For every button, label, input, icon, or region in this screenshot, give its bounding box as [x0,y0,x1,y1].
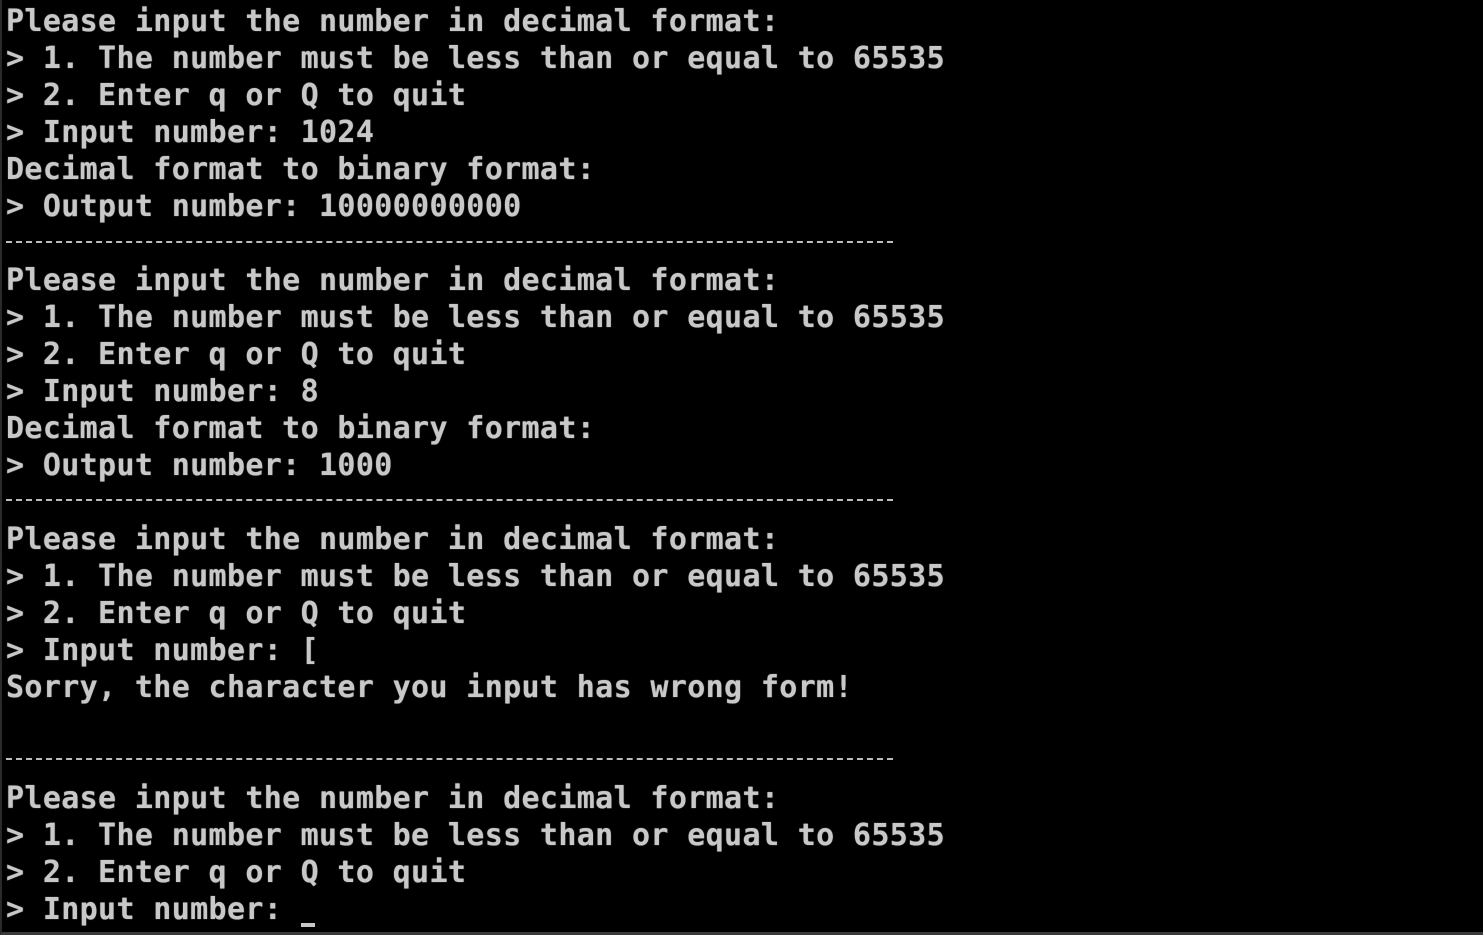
input-value: 1024 [300,115,375,150]
terminal-window[interactable]: Please input the number in decimal forma… [0,0,1483,935]
rule-line: > 1. The number must be less than or equ… [6,818,945,853]
text-cursor [300,923,315,927]
output-label: > Output number: [6,448,319,483]
prompt-line: Please input the number in decimal forma… [6,4,780,39]
prompt-line: Please input the number in decimal forma… [6,263,780,298]
rule-line: > 1. The number must be less than or equ… [6,300,945,335]
separator-line [6,499,893,503]
input-line: > Input number: 8 [6,373,319,410]
separator-line [6,241,893,245]
input-value: [ [300,633,320,668]
rule-line: > 1. The number must be less than or equ… [6,41,945,76]
prompt-line: Please input the number in decimal forma… [6,781,780,816]
input-label: > Input number: [6,892,301,927]
rule-line: > 2. Enter q or Q to quit [6,337,467,372]
rule-line: > 2. Enter q or Q to quit [6,855,467,890]
rule-line: > 1. The number must be less than or equ… [6,559,945,594]
input-line: > Input number: 1024 [6,114,374,151]
output-line: > Output number: 1000 [6,447,393,484]
rule-line: > 2. Enter q or Q to quit [6,78,467,113]
input-label: > Input number: [6,633,301,668]
input-value: 8 [300,374,320,409]
input-label: > Input number: [6,115,301,150]
output-value: 1000 [319,448,393,483]
output-value: 10000000000 [319,189,522,224]
result-header: Decimal format to binary format: [6,152,596,187]
result-header: Decimal format to binary format: [6,411,596,446]
input-line[interactable]: > Input number: [6,891,315,928]
prompt-line: Please input the number in decimal forma… [6,522,780,557]
separator-line [6,758,893,762]
input-line: > Input number: [ [6,632,319,669]
rule-line: > 2. Enter q or Q to quit [6,596,467,631]
output-line: > Output number: 10000000000 [6,188,522,225]
error-message: Sorry, the character you input has wrong… [6,670,853,705]
input-label: > Input number: [6,374,301,409]
output-label: > Output number: [6,189,319,224]
